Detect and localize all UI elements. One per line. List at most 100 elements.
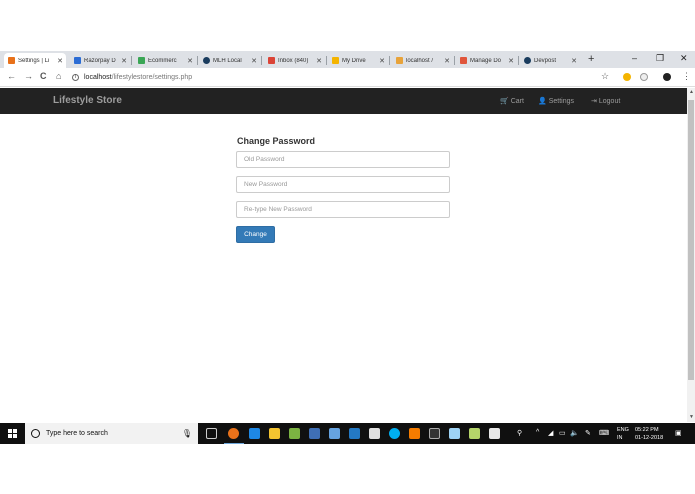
extension-icon[interactable]	[623, 73, 631, 81]
tab-divider	[454, 56, 455, 65]
tab-label: My Drive	[342, 57, 366, 64]
retype-password-field[interactable]	[236, 201, 450, 218]
old-password-field[interactable]	[236, 151, 450, 168]
tab-favicon-icon	[332, 57, 339, 64]
tab-close-icon[interactable]: ✕	[187, 57, 193, 65]
tab-close-icon[interactable]: ✕	[444, 57, 450, 65]
tab-close-icon[interactable]: ✕	[251, 57, 257, 65]
people-icon[interactable]: ⚲	[517, 429, 522, 437]
minimize-button[interactable]: –	[632, 53, 637, 63]
terminal-icon[interactable]	[429, 428, 440, 439]
profile-avatar[interactable]	[663, 73, 671, 81]
file-explorer-icon[interactable]	[269, 428, 280, 439]
tab-favicon-icon	[460, 57, 467, 64]
tab-settings[interactable]: Settings | Li ✕	[4, 53, 66, 68]
tab-close-icon[interactable]: ✕	[316, 57, 322, 65]
active-app-indicator	[224, 443, 244, 444]
show-hidden-icons-icon[interactable]: ^	[536, 429, 539, 436]
windows-taskbar: Type here to search 🎙 ⚲ ^ ◢ ▭ 🔈 ✎ ⌨ ENG …	[0, 423, 695, 444]
search-placeholder: Type here to search	[46, 430, 108, 437]
nav-logout-link[interactable]: ⇥ Logout	[591, 97, 620, 106]
keyboard-icon[interactable]: ⌨	[599, 429, 609, 437]
tab-label: localhost /	[406, 57, 434, 64]
form-title: Change Password	[237, 136, 316, 146]
tab-razorpay[interactable]: Razorpay D ✕	[70, 53, 130, 68]
tab-close-icon[interactable]: ✕	[121, 57, 127, 65]
tab-divider	[197, 56, 198, 65]
edge-icon[interactable]	[249, 428, 260, 439]
tab-devpost[interactable]: Devpost ✕	[520, 53, 580, 68]
photos-icon[interactable]	[489, 428, 500, 439]
tab-my-drive[interactable]: My Drive ✕	[328, 53, 388, 68]
tab-label: Manage Do	[470, 57, 502, 64]
mail-icon[interactable]	[369, 428, 380, 439]
cart-icon: 🛒	[500, 98, 509, 105]
tab-favicon-icon	[8, 57, 15, 64]
tab-label: Devpost	[534, 57, 557, 64]
chrome-icon[interactable]	[228, 428, 239, 439]
nav-cart-label: Cart	[510, 97, 524, 105]
app-icon[interactable]	[329, 428, 340, 439]
action-center-icon[interactable]: ▣	[675, 429, 682, 437]
vscode-icon[interactable]	[349, 428, 360, 439]
nav-cart-link[interactable]: 🛒 Cart	[500, 97, 524, 106]
new-tab-button[interactable]: +	[588, 53, 594, 65]
scroll-up-icon[interactable]: ▲	[689, 89, 694, 95]
tab-manage[interactable]: Manage Do ✕	[456, 53, 517, 68]
xampp-icon[interactable]	[409, 428, 420, 439]
clock-time: 05:22 PM	[635, 427, 659, 433]
microphone-icon[interactable]: 🎙	[182, 429, 192, 438]
tab-close-icon[interactable]: ✕	[571, 57, 577, 65]
language-indicator[interactable]: ENG IN	[617, 426, 629, 442]
network-icon[interactable]: ◢	[548, 429, 553, 437]
tab-divider	[518, 56, 519, 65]
reload-icon[interactable]: C	[40, 71, 47, 81]
bookmark-star-icon[interactable]: ☆	[601, 71, 609, 82]
tab-favicon-icon	[396, 57, 403, 64]
tab-favicon-icon	[268, 57, 275, 64]
tab-localhost[interactable]: localhost / ✕	[392, 53, 453, 68]
home-icon[interactable]: ⌂	[56, 71, 61, 81]
skype-icon[interactable]	[389, 428, 400, 439]
tab-inbox[interactable]: Inbox (840) ✕	[264, 53, 325, 68]
back-arrow-icon[interactable]: ←	[7, 71, 16, 81]
cortana-icon	[31, 429, 40, 438]
extension-icon[interactable]	[640, 73, 648, 81]
info-icon[interactable]: i	[72, 74, 79, 81]
pen-icon[interactable]: ✎	[585, 429, 591, 437]
tab-divider	[389, 56, 390, 65]
tab-favicon-icon	[74, 57, 81, 64]
address-bar[interactable]: i localhost/lifestylestore/settings.php	[72, 71, 592, 84]
volume-icon[interactable]: 🔈	[570, 429, 579, 437]
brand-link[interactable]: Lifestyle Store	[53, 95, 122, 106]
tab-divider	[326, 56, 327, 65]
change-password-button[interactable]: Change	[236, 226, 275, 243]
tab-close-icon[interactable]: ✕	[57, 57, 63, 65]
android-studio-icon[interactable]	[289, 428, 300, 439]
battery-icon[interactable]: ▭	[559, 429, 566, 437]
app-icon[interactable]	[309, 428, 320, 439]
tab-close-icon[interactable]: ✕	[379, 57, 385, 65]
tab-mlh[interactable]: MLH Local ✕	[199, 53, 260, 68]
address-path: /lifestylestore/settings.php	[111, 74, 193, 81]
task-view-icon[interactable]	[206, 428, 217, 439]
scrollbar-thumb[interactable]	[688, 100, 694, 380]
maximize-button[interactable]: ❐	[656, 53, 664, 64]
new-password-field[interactable]	[236, 176, 450, 193]
taskbar-clock[interactable]: 05:22 PM 01-12-2018	[635, 426, 663, 442]
menu-dots-icon[interactable]: ⋮	[682, 71, 691, 82]
notepad-icon[interactable]	[469, 428, 480, 439]
close-window-button[interactable]: ✕	[680, 53, 688, 64]
windows-start-icon[interactable]	[8, 429, 17, 438]
tab-ecommerce[interactable]: Ecommerc ✕	[134, 53, 196, 68]
tab-label: Ecommerc	[148, 57, 177, 64]
tab-label: Razorpay D	[84, 57, 116, 64]
taskbar-search-box[interactable]: Type here to search 🎙	[25, 423, 198, 444]
user-icon: 👤	[538, 98, 547, 105]
forward-arrow-icon[interactable]: →	[24, 71, 33, 81]
language-code: ENG	[617, 427, 629, 433]
nav-settings-link[interactable]: 👤 Settings	[538, 97, 574, 106]
app-icon[interactable]	[449, 428, 460, 439]
scroll-down-icon[interactable]: ▼	[689, 414, 694, 420]
tab-close-icon[interactable]: ✕	[508, 57, 514, 65]
